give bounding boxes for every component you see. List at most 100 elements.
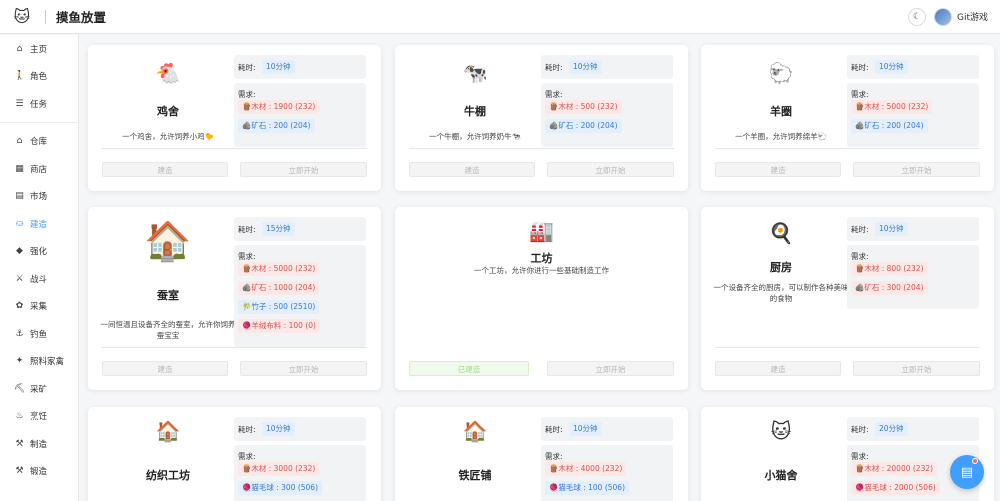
sidebar-item-14[interactable]: ⚒ 制造 (0, 430, 78, 458)
building-card: 🏠 纺织工坊 耗时: 10分钟 需求: 🪵木材 : 3000 (232) 🧶猫毛球 : 30… (88, 407, 381, 501)
building-name: 厨房 (770, 261, 792, 274)
sidebar-item-label: 战斗 (30, 274, 48, 285)
requirement-tag: 🪵木材 : 4000 (232) (545, 462, 627, 476)
warehouse-icon: ⌂ (16, 136, 23, 147)
sidebar-item-9[interactable]: ✿ 采集 (0, 293, 78, 321)
sidebar-item-7[interactable]: ◆ 强化 (0, 238, 78, 266)
building-icon: 🐄 (462, 61, 488, 85)
sidebar-item-11[interactable]: ✦ 照料家禽 (0, 348, 78, 376)
sidebar-item-15[interactable]: ⚒ 锻造 (0, 458, 78, 486)
building-icon: 🏠 (144, 219, 192, 263)
requirements-panel: 需求: 🪵木材 : 500 (232) 🪨矿石 : 200 (204) (541, 83, 673, 147)
building-name: 牛棚 (464, 105, 486, 118)
built-button: 已建造 (409, 361, 529, 376)
start-now-button[interactable]: 立即开始 (853, 162, 980, 177)
time-label: 耗时: (851, 225, 869, 234)
time-value: 20分钟 (875, 422, 908, 436)
building-name: 鸡舍 (157, 105, 179, 118)
time-panel: 耗时: 10分钟 (234, 417, 366, 441)
time-value: 10分钟 (262, 422, 295, 436)
time-panel: 耗时: 10分钟 (847, 55, 979, 79)
requirement-tag: 🪨矿石 : 300 (204) (851, 281, 928, 295)
requirement-tag: 🪵木材 : 5000 (232) (851, 100, 933, 114)
sidebar-item-10[interactable]: ⚓ 钓鱼 (0, 320, 78, 348)
building-icon: 🏠 (462, 419, 488, 443)
card-divider (102, 347, 367, 348)
building-card: 🐄 牛棚一个牛棚，允许饲养奶牛🐄 耗时: 10分钟需求: 🪵木材 : 500 (232)… (395, 45, 688, 191)
requirements-label: 需求: (851, 252, 869, 261)
sidebar-item-3[interactable]: ⌂ 仓库 (0, 128, 78, 156)
time-panel: 耗时: 10分钟 (541, 417, 673, 441)
building-desc: 一间恒温且设备齐全的蚕室，允许你饲养蚕宝宝 (100, 320, 236, 340)
time-label: 耗时: (238, 63, 256, 72)
start-now-button[interactable]: 立即开始 (240, 162, 367, 177)
sidebar-item-13[interactable]: ♨ 烹饪 (0, 403, 78, 431)
requirements-panel: 需求: 🪵木材 : 5000 (232) 🪨矿石 : 200 (204) (847, 83, 979, 147)
time-value: 10分钟 (569, 60, 602, 74)
time-panel: 耗时: 10分钟 (847, 217, 979, 241)
requirement-tag: 🪨矿石 : 200 (204) (238, 119, 315, 133)
build-button[interactable]: 建造 (715, 361, 841, 376)
building-icon: 🐔 (155, 61, 181, 85)
start-now-button[interactable]: 立即开始 (240, 361, 367, 376)
requirements-label: 需求: (238, 452, 256, 461)
sidebar-item-0[interactable]: ⌂ 主页 (0, 35, 78, 63)
cat-logo-icon[interactable]: 🐱 (11, 7, 33, 27)
building-desc: 一个设备齐全的厨房，可以制作各种美味的食物 (713, 283, 849, 303)
sidebar-item-6[interactable]: ⛀ 建造 (0, 210, 78, 238)
build-button[interactable]: 建造 (715, 162, 841, 177)
building-card: 🏠 蚕室一间恒温且设备齐全的蚕室，允许你饲养蚕宝宝 耗时: 15分钟需求: 🪵木材 : … (88, 207, 381, 390)
build-button[interactable]: 建造 (409, 162, 535, 177)
sidebar-item-1[interactable]: 🚶 角色 (0, 63, 78, 91)
building-name: 蚕室 (157, 289, 179, 302)
card-divider (715, 148, 980, 149)
user-name[interactable]: Git游戏 (957, 10, 988, 23)
avatar[interactable] (933, 7, 952, 26)
card-divider (409, 148, 674, 149)
requirements-label: 需求: (851, 90, 869, 99)
building-name: 铁匠铺 (458, 469, 492, 482)
sword-icon: ⚔ (15, 273, 24, 284)
requirements-label: 需求: (545, 90, 563, 99)
sidebar-item-4[interactable]: ▦ 商店 (0, 155, 78, 183)
building-card: 🏭 工坊 一个工坊，允许你进行一些基础制造工作 已建造 立即开始 (395, 207, 688, 390)
pickaxe-icon: ⛏ (14, 383, 26, 394)
requirement-tag: 🧶猫毛球 : 100 (506) (545, 481, 629, 495)
sidebar-item-label: 商店 (30, 164, 48, 175)
building-icon: 🐑 (768, 61, 794, 85)
sidebar-item-5[interactable]: ▤ 市场 (0, 183, 78, 211)
requirements-label: 需求: (238, 90, 256, 99)
building-desc: 一个工坊，允许你进行一些基础制造工作 (474, 266, 609, 275)
moon-icon[interactable]: ☾ (907, 7, 926, 26)
cook-icon: ♨ (15, 411, 24, 422)
requirement-tag: 🪵木材 : 800 (232) (851, 262, 928, 276)
time-panel: 耗时: 15分钟 (234, 217, 366, 241)
sidebar-item-12[interactable]: ⛏ 采矿 (0, 375, 78, 403)
build-button[interactable]: 建造 (102, 361, 228, 376)
sidebar-item-label: 钓鱼 (30, 329, 48, 340)
header-right: ☾ Git游戏 (907, 7, 988, 26)
start-now-button[interactable]: 立即开始 (547, 162, 674, 177)
building-card: 🐔 鸡舍 一个鸡舍，允许饲养小鸡🐤 耗时: 10分钟 需求: 🪵木材 : 1900 (232… (88, 45, 381, 191)
card-divider (102, 148, 367, 149)
poultry-icon: ✦ (15, 356, 24, 367)
chat-icon[interactable]: ▤ (950, 455, 984, 489)
building-card: 🏠 铁匠铺 耗时: 10分钟 需求: 🪵木材 : 4000 (232) 🧶猫毛球 : 100… (395, 407, 688, 501)
sidebar-item-2[interactable]: ☰ 任务 (0, 90, 78, 118)
building-desc: 一个鸡舍，允许饲养小鸡🐤 (122, 132, 214, 141)
time-panel: 耗时: 10分钟 (541, 55, 673, 79)
start-now-button[interactable]: 立即开始 (547, 361, 674, 376)
requirements-panel: 需求: 🪵木材 : 5000 (232) 🪨矿石 : 1000 (204) 🎋竹子 :… (234, 245, 366, 347)
sidebar-divider (0, 118, 78, 123)
sidebar-item-label: 采集 (30, 302, 48, 313)
requirement-tag: 🪨矿石 : 200 (204) (545, 119, 622, 133)
hammer-icon: ⚒ (15, 438, 24, 449)
start-now-button[interactable]: 立即开始 (853, 361, 980, 376)
sidebar-item-8[interactable]: ⚔ 战斗 (0, 265, 78, 293)
time-value: 10分钟 (875, 60, 908, 74)
requirement-tag: 🧶猫毛球 : 300 (506) (238, 481, 322, 495)
building-desc: 一个牛棚，允许饲养奶牛🐄 (429, 132, 521, 141)
time-label: 耗时: (851, 63, 869, 72)
build-button[interactable]: 建造 (102, 162, 228, 177)
person-walk-icon: 🚶 (14, 71, 26, 82)
